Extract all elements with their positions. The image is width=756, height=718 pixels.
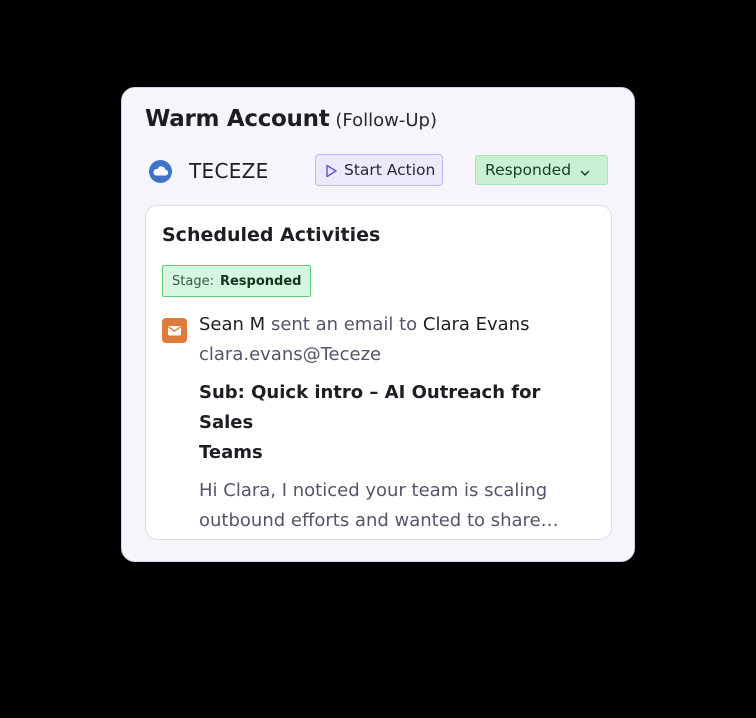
activity-sender: Sean M: [199, 314, 266, 335]
status-dropdown-label: Responded: [485, 161, 572, 179]
email-subject: Sub: Quick intro – AI Outreach for Sales…: [199, 378, 599, 468]
account-row: TECEZE Start Action Responded: [149, 154, 608, 188]
play-icon: [324, 163, 338, 178]
email-subject-line-2: Teams: [199, 442, 263, 463]
email-preview-line-1: Hi Clara, I noticed your team is scaling: [199, 480, 548, 501]
chevron-down-icon: [579, 164, 591, 176]
card-title-suffix: (Follow-Up): [335, 110, 438, 131]
stage-badge-value: Responded: [219, 273, 302, 289]
stage-badge-label: Stage:: [172, 273, 214, 289]
company-name[interactable]: TECEZE: [189, 159, 269, 183]
recipient-email-address: clara.evans@Teceze: [199, 344, 382, 365]
card-title: Warm Account (Follow-Up): [145, 106, 437, 132]
status-dropdown[interactable]: Responded: [475, 155, 608, 185]
card-title-main: Warm Account: [145, 106, 330, 132]
account-card: Warm Account (Follow-Up) TECEZE Start Act…: [121, 87, 635, 562]
email-preview-line-2: outbound efforts and wanted to share…: [199, 510, 559, 531]
start-action-button[interactable]: Start Action: [315, 154, 443, 186]
email-subject-line-1: Sub: Quick intro – AI Outreach for Sales: [199, 382, 541, 433]
scheduled-activities-panel: Scheduled Activities Stage: Responded Se…: [145, 205, 612, 540]
stage-badge: Stage: Responded: [162, 265, 311, 297]
activity-summary: Sean M sent an email to Clara Evans: [199, 310, 599, 340]
scheduled-activities-heading: Scheduled Activities: [162, 224, 381, 246]
cloud-icon: [149, 160, 172, 183]
activity-item[interactable]: Sean M sent an email to Clara Evans clar…: [199, 310, 599, 536]
start-action-label: Start Action: [344, 161, 436, 179]
email-preview: Hi Clara, I noticed your team is scaling…: [199, 476, 599, 536]
activity-verb: sent an email to: [270, 314, 418, 335]
email-icon: [162, 318, 187, 343]
activity-recipient[interactable]: Clara Evans: [423, 314, 530, 335]
